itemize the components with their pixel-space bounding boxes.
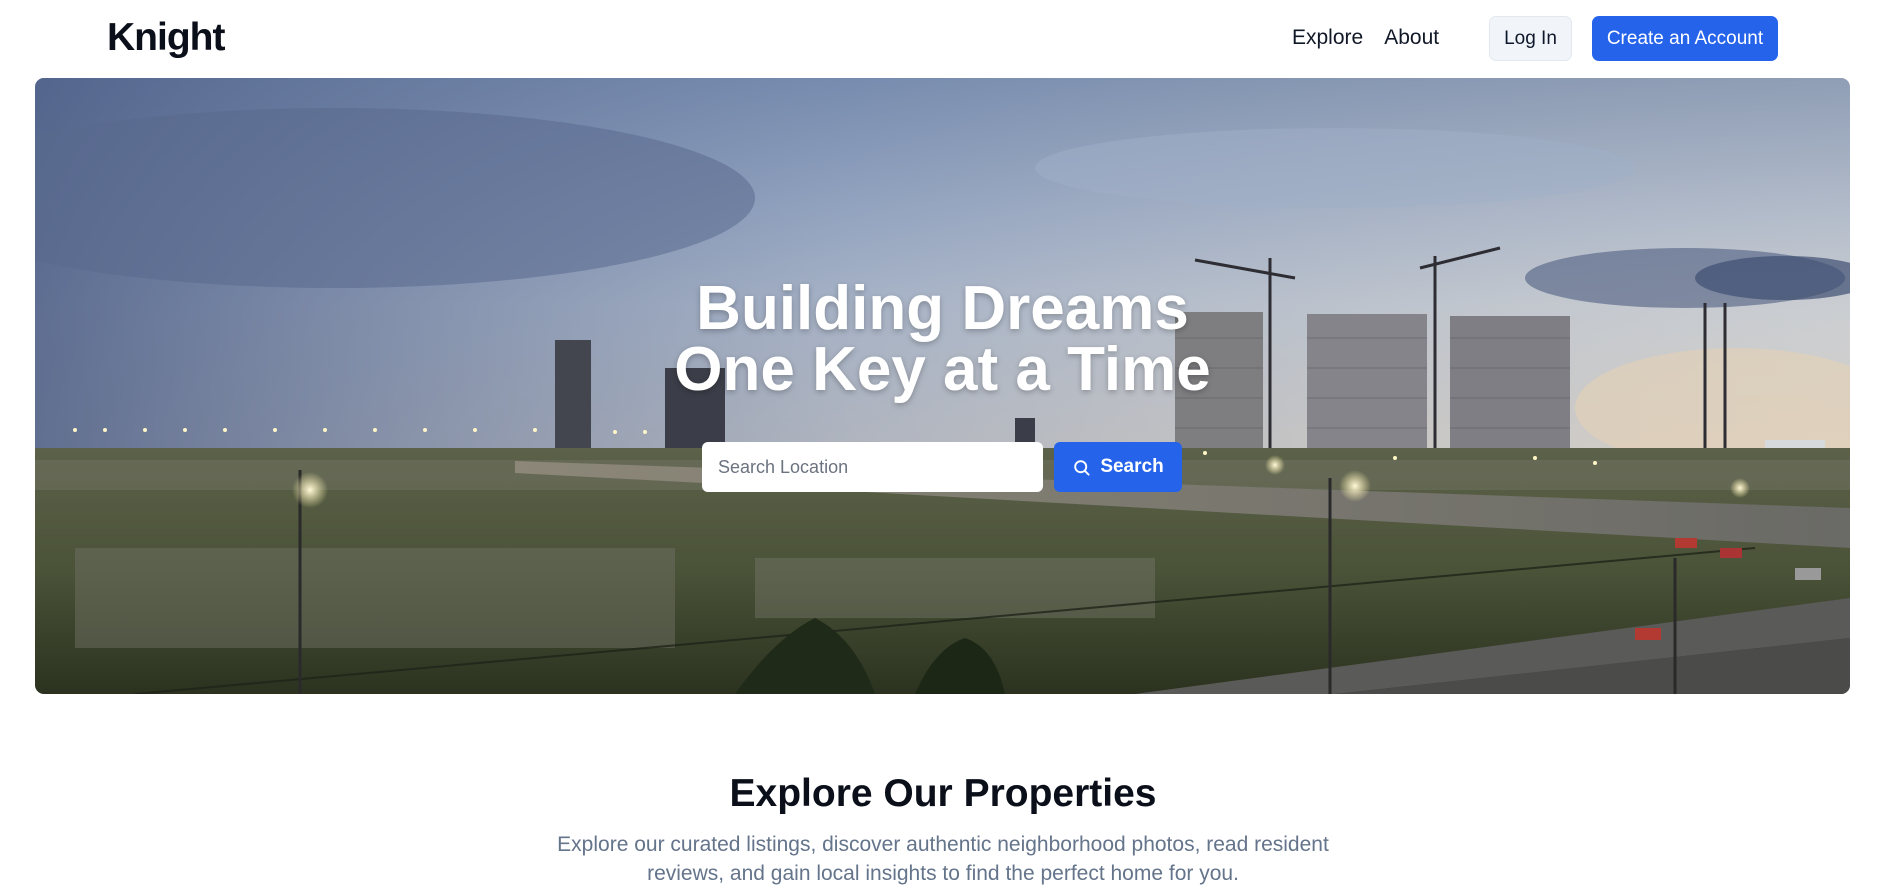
search-location-input[interactable] — [702, 442, 1043, 492]
hero-banner: Building Dreams One Key at a Time Search — [35, 78, 1850, 694]
explore-section-description: Explore our curated listings, discover a… — [557, 833, 1329, 885]
brand-logo[interactable]: Knight — [107, 16, 225, 60]
top-navbar: Knight Explore About Log In Create an Ac… — [0, 0, 1886, 78]
create-account-button[interactable]: Create an Account — [1592, 16, 1778, 61]
search-icon — [1074, 459, 1090, 476]
search-button-label: Search — [1100, 456, 1164, 477]
hero-title-line-1: Building Dreams — [696, 274, 1189, 343]
explore-section-title: Explore Our Properties — [729, 772, 1157, 815]
hero-title: Building Dreams One Key at a Time — [35, 274, 1850, 404]
hero-title-line-2: One Key at a Time — [674, 335, 1211, 404]
nav-link-about[interactable]: About — [1384, 26, 1439, 50]
login-button[interactable]: Log In — [1489, 16, 1572, 61]
search-button[interactable]: Search — [1054, 442, 1182, 492]
nav-link-explore[interactable]: Explore — [1292, 26, 1363, 50]
nav-links: Explore About — [1292, 26, 1439, 50]
